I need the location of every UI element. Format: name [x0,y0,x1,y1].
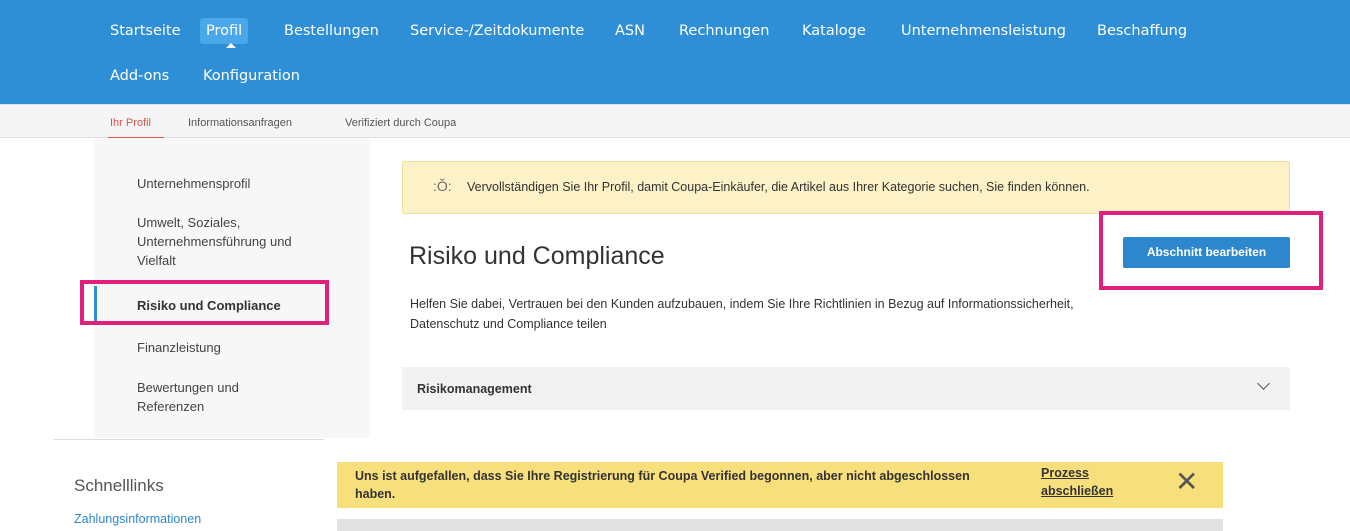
notice-text: Uns ist aufgefallen, dass Sie Ihre Regis… [355,469,970,501]
nav-beschaffung[interactable]: Beschaffung [1097,21,1187,41]
chevron-down-icon[interactable] [1257,377,1270,390]
top-navigation: Startseite Profil Bestellungen Service-/… [0,0,1350,104]
nav-service-zeitdokumente[interactable]: Service-/Zeitdokumente [410,21,584,41]
nav-add-ons[interactable]: Add-ons [110,66,169,86]
menu-unternehmensprofil[interactable]: Unternehmensprofil [137,174,337,193]
nav-konfiguration[interactable]: Konfiguration [203,66,300,86]
quick-link-zahlungsinformationen[interactable]: Zahlungsinformationen [74,512,201,526]
menu-umwelt-soziales[interactable]: Umwelt, Soziales, Unternehmensführung un… [137,213,327,270]
banner-text: Vervollständigen Sie Ihr Profil, damit C… [467,180,1090,194]
profile-section-menu: Unternehmensprofil Umwelt, Soziales, Unt… [94,138,370,438]
page-title: Risiko und Compliance [409,242,665,270]
risk-management-accordion[interactable]: Risikomanagement [402,367,1290,410]
nav-rechnungen[interactable]: Rechnungen [679,21,769,41]
menu-divider [54,439,324,440]
lightbulb-icon: :Ŏ: [433,178,452,194]
nav-asn[interactable]: ASN [615,21,645,41]
menu-bewertungen-und-referenzen[interactable]: Bewertungen und Referenzen [137,378,287,416]
menu-risiko-und-compliance[interactable]: Risiko und Compliance [137,296,337,315]
active-menu-indicator [94,286,97,322]
subnav-informationsanfragen[interactable]: Informationsanfragen [188,117,292,129]
quick-links-title: Schnelllinks [74,476,164,495]
close-icon[interactable]: ✕ [1175,467,1198,497]
sub-navigation: Ihr Profil Informationsanfragen Verifizi… [0,104,1350,139]
nav-unternehmensleistung[interactable]: Unternehmensleistung [901,21,1066,41]
nav-bestellungen[interactable]: Bestellungen [284,21,379,41]
nav-kataloge[interactable]: Kataloge [802,21,866,41]
accordion-label: Risikomanagement [417,382,532,396]
profile-completion-banner: :Ŏ: Vervollständigen Sie Ihr Profil, dam… [402,161,1290,214]
section-description: Helfen Sie dabei, Vertrauen bei den Kund… [410,297,1074,331]
active-caret-icon [226,43,236,48]
lower-content-band [337,519,1223,531]
clipped-content [420,430,1060,442]
complete-process-link[interactable]: Prozess abschließen [1041,464,1141,500]
verification-notice: Uns ist aufgefallen, dass Sie Ihre Regis… [337,462,1223,508]
nav-profil[interactable]: Profil [200,18,249,44]
edit-section-button[interactable]: Abschnitt bearbeiten [1123,237,1290,268]
subnav-verifiziert-durch-coupa[interactable]: Verifiziert durch Coupa [345,117,456,129]
subnav-ihr-profil[interactable]: Ihr Profil [110,117,151,129]
nav-startseite[interactable]: Startseite [110,21,181,41]
menu-finanzleistung[interactable]: Finanzleistung [137,338,337,357]
quick-links-panel: Schnelllinks Zahlungsinformationen [30,462,340,531]
